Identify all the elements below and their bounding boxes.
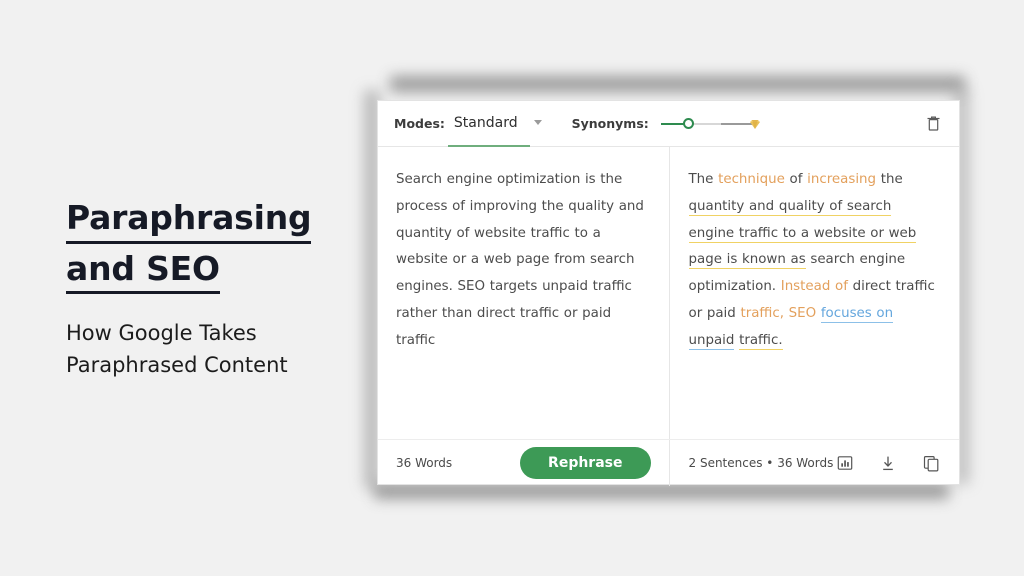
modes-label: Modes: [394, 116, 445, 131]
input-word-count: 36 Words [396, 456, 453, 470]
output-footer: 2 Sentences • 36 Words [668, 440, 960, 486]
synonyms-slider[interactable] [660, 116, 760, 132]
synonym-highlight[interactable]: technique [718, 172, 785, 187]
chevron-down-icon [533, 120, 542, 125]
modes-selected-value: Standard [453, 114, 518, 131]
rephrase-button[interactable]: Rephrase [520, 447, 651, 479]
page-title-line-2: and SEO [66, 247, 220, 295]
synonym-highlight[interactable]: traffic, SEO [740, 306, 816, 321]
synonym-highlight[interactable]: focuses on [820, 306, 894, 324]
output-text: The technique of increasing the quantity… [688, 172, 935, 350]
copy-icon[interactable] [921, 453, 941, 473]
synonym-highlight[interactable]: quantity and quality of search engine tr… [688, 198, 917, 270]
synonyms-control: Synonyms: [571, 116, 760, 132]
synonym-highlight[interactable]: traffic. [739, 332, 783, 350]
page-subtitle-line-1: How Google Takes [66, 321, 257, 346]
modes-active-indicator [448, 144, 530, 147]
synonym-highlight[interactable]: increasing [807, 172, 876, 187]
statistics-icon[interactable] [835, 453, 855, 473]
trash-icon[interactable] [921, 112, 945, 136]
output-actions [835, 453, 941, 473]
input-pane[interactable]: Search engine optimization is the proces… [378, 147, 669, 439]
card-body: Search engine optimization is the proces… [378, 147, 959, 439]
card-toolbar: Modes: Standard Synonyms: [378, 101, 959, 147]
card-shadow-top [390, 76, 965, 92]
output-stats: 2 Sentences • 36 Words [688, 456, 834, 470]
card-footer: 36 Words Rephrase 2 Sentences • 36 Words [378, 439, 959, 486]
slider-thumb[interactable] [682, 117, 694, 129]
page-subtitle-line-2: Paraphrased Content [66, 352, 288, 377]
synonym-highlight[interactable]: unpaid [688, 332, 735, 350]
synonym-highlight[interactable]: Instead of [781, 279, 848, 294]
page-subtitle: How Google Takes Paraphrased Content [66, 318, 366, 381]
input-text: Search engine optimization is the proces… [396, 172, 644, 348]
slide-text-block: Paraphrasing and SEO How Google Takes Pa… [66, 196, 366, 381]
input-footer: 36 Words Rephrase [378, 440, 669, 486]
page-title: Paraphrasing and SEO [66, 196, 366, 295]
paraphraser-card: Modes: Standard Synonyms: Search engine … [377, 100, 960, 486]
page-title-line-1: Paraphrasing [66, 196, 312, 244]
output-pane[interactable]: The technique of increasing the quantity… [668, 147, 960, 439]
synonyms-label: Synonyms: [571, 116, 649, 131]
download-icon[interactable] [878, 453, 898, 473]
gem-icon [747, 116, 763, 137]
modes-dropdown[interactable]: Standard [454, 115, 542, 133]
